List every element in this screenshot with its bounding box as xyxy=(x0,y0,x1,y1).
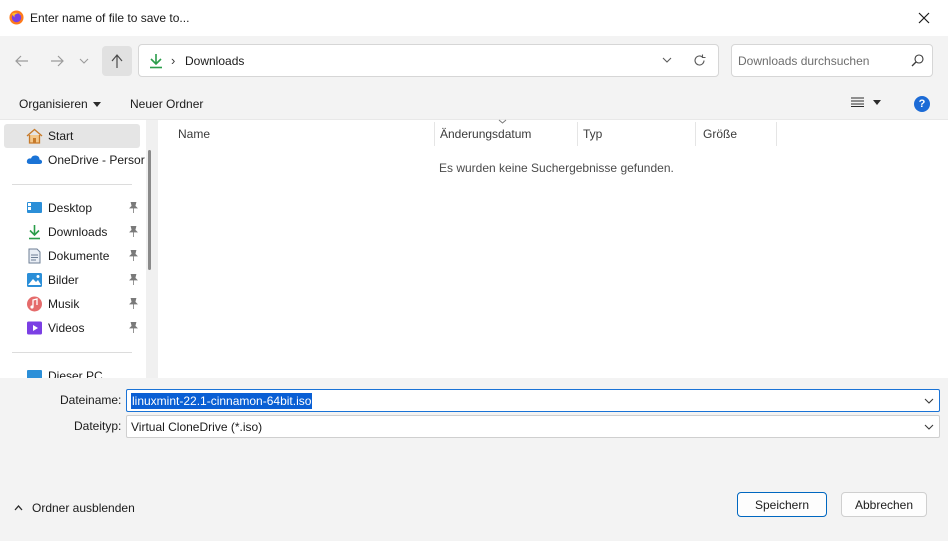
search-icon xyxy=(911,54,924,67)
close-button[interactable] xyxy=(906,4,942,32)
new-folder-button[interactable]: Neuer Ordner xyxy=(130,97,203,111)
hide-folders-label: Ordner ausblenden xyxy=(32,501,135,515)
sidebar-item-this-pc[interactable]: Dieser PC xyxy=(4,364,140,378)
search-input[interactable] xyxy=(738,52,903,70)
organize-menu[interactable]: Organisieren xyxy=(19,97,101,111)
sidebar-item-label: Dokumente xyxy=(48,249,110,263)
column-header-label: Name xyxy=(178,127,211,141)
sidebar-item-documents[interactable]: Dokumente xyxy=(4,244,140,268)
firefox-icon xyxy=(9,10,24,25)
search-box[interactable] xyxy=(731,44,933,77)
view-menu-button[interactable] xyxy=(851,97,881,107)
filetype-value: Virtual CloneDrive (*.iso) xyxy=(131,420,263,434)
sidebar-item-downloads[interactable]: Downloads xyxy=(4,220,140,244)
chevron-down-icon[interactable] xyxy=(662,57,672,63)
pin-icon[interactable] xyxy=(129,202,138,213)
back-button[interactable] xyxy=(9,50,35,72)
command-bar: Organisieren Neuer Ordner ? xyxy=(0,88,948,120)
chevron-down-icon xyxy=(79,58,89,64)
sidebar-divider xyxy=(12,352,132,353)
file-list: Name Änderungsdatum Typ Größe Es wurden … xyxy=(158,119,948,378)
video-icon xyxy=(27,321,42,335)
pin-icon[interactable] xyxy=(129,250,138,261)
empty-results-message: Es wurden keine Suchergebnisse gefunden. xyxy=(439,161,674,175)
caret-down-icon xyxy=(873,99,881,105)
cloud-icon xyxy=(26,155,43,164)
navigation-pane: Start OneDrive - Persor Desktop Download… xyxy=(0,120,158,378)
sidebar-item-videos[interactable]: Videos xyxy=(4,316,140,340)
pin-icon[interactable] xyxy=(129,226,138,237)
column-header-label: Typ xyxy=(583,127,603,141)
save-button-label: Speichern xyxy=(754,497,810,512)
sidebar-item-label: Downloads xyxy=(48,225,108,239)
hide-folders-toggle[interactable]: Ordner ausblenden xyxy=(14,501,135,515)
pin-icon[interactable] xyxy=(129,298,138,309)
pictures-icon xyxy=(27,273,42,287)
refresh-icon[interactable] xyxy=(693,54,706,67)
chevron-down-icon[interactable] xyxy=(924,424,934,430)
help-icon: ? xyxy=(918,98,926,110)
list-view-icon xyxy=(851,97,864,107)
sidebar-scrollbar-thumb[interactable] xyxy=(148,150,151,270)
save-form: Dateiname: linuxmint-22.1-cinnamon-64bit… xyxy=(0,378,948,541)
desktop-icon xyxy=(27,202,42,213)
filename-field[interactable]: linuxmint-22.1-cinnamon-64bit.iso xyxy=(126,389,940,412)
up-button[interactable] xyxy=(102,46,132,76)
cancel-button[interactable]: Abbrechen xyxy=(841,492,927,517)
chevron-down-icon[interactable] xyxy=(924,398,934,404)
navigation-bar: › Downloads xyxy=(0,36,948,88)
title-bar: Enter name of file to save to... xyxy=(0,0,948,36)
home-icon xyxy=(26,128,43,144)
filename-value[interactable]: linuxmint-22.1-cinnamon-64bit.iso xyxy=(131,393,313,409)
document-icon xyxy=(28,248,41,264)
sidebar-item-label: Dieser PC xyxy=(48,369,103,378)
filename-label: Dateiname: xyxy=(60,393,122,407)
column-header-date[interactable]: Änderungsdatum xyxy=(435,122,578,146)
new-folder-label: Neuer Ordner xyxy=(130,97,204,111)
column-header-name[interactable]: Name xyxy=(173,122,435,146)
cancel-button-label: Abbrechen xyxy=(854,497,914,512)
sidebar-item-music[interactable]: Musik xyxy=(4,292,140,316)
sidebar-divider xyxy=(12,184,132,185)
address-bar[interactable]: › Downloads xyxy=(138,44,719,77)
pin-icon[interactable] xyxy=(129,274,138,285)
close-icon xyxy=(918,12,930,24)
sidebar-item-label: Start xyxy=(48,129,74,143)
filetype-label: Dateityp: xyxy=(74,419,122,433)
sidebar-item-start[interactable]: Start xyxy=(4,124,140,148)
sidebar-item-label: Desktop xyxy=(48,201,93,215)
arrow-right-icon xyxy=(51,55,64,67)
save-button[interactable]: Speichern xyxy=(737,492,827,517)
organize-label: Organisieren xyxy=(19,97,88,111)
sidebar-item-onedrive[interactable]: OneDrive - Persor xyxy=(4,148,145,172)
column-header-type[interactable]: Typ xyxy=(578,122,696,146)
recent-locations-button[interactable] xyxy=(74,50,94,72)
download-icon xyxy=(29,225,40,240)
sidebar-item-desktop[interactable]: Desktop xyxy=(4,196,140,220)
column-header-size[interactable]: Größe xyxy=(698,122,777,146)
breadcrumb-downloads[interactable]: Downloads xyxy=(185,54,244,68)
download-icon xyxy=(150,54,162,69)
sidebar-item-label: Videos xyxy=(48,321,85,335)
music-icon xyxy=(27,296,42,312)
sidebar-item-pictures[interactable]: Bilder xyxy=(4,268,140,292)
sidebar-item-label: OneDrive - Persor xyxy=(48,153,145,167)
sidebar-item-label: Bilder xyxy=(48,273,79,287)
column-header-label: Größe xyxy=(703,127,738,141)
chevron-up-icon xyxy=(14,505,23,511)
caret-down-icon xyxy=(92,101,101,107)
help-button[interactable]: ? xyxy=(914,96,930,112)
sidebar-item-label: Musik xyxy=(48,297,80,311)
pin-icon[interactable] xyxy=(129,322,138,333)
filetype-select[interactable]: Virtual CloneDrive (*.iso) xyxy=(126,415,940,438)
pc-icon xyxy=(27,370,42,378)
forward-button[interactable] xyxy=(44,50,70,72)
arrow-up-icon xyxy=(111,53,123,68)
breadcrumb-separator: › xyxy=(171,53,176,68)
window-title: Enter name of file to save to... xyxy=(30,11,190,25)
column-header-label: Änderungsdatum xyxy=(440,127,532,141)
arrow-left-icon xyxy=(15,55,28,67)
